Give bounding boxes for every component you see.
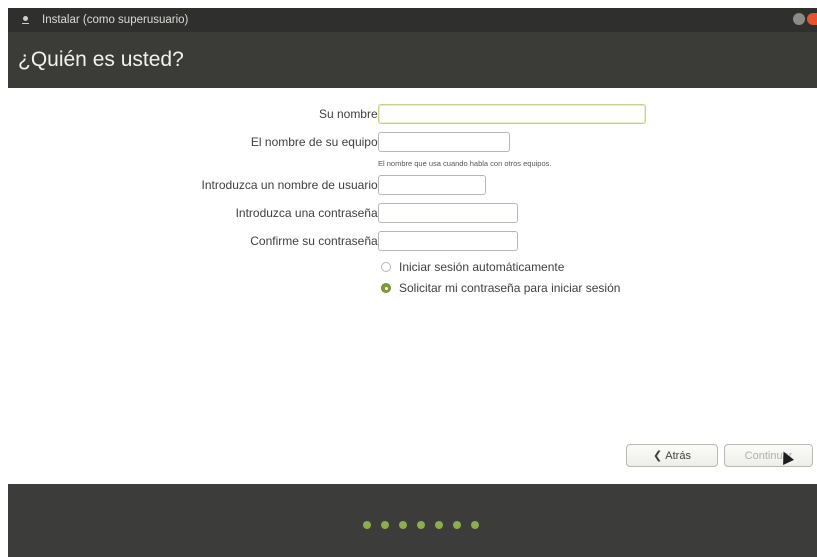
progress-dot bbox=[453, 521, 461, 529]
password-label: Introduzca una contraseña: bbox=[235, 206, 381, 220]
auto-login-radio[interactable] bbox=[381, 262, 391, 272]
progress-dot bbox=[381, 521, 389, 529]
computer-label: El nombre de su equipo: bbox=[250, 135, 381, 149]
window-menu-icon[interactable] bbox=[18, 12, 34, 28]
confirm-row: Confirme su contraseña: bbox=[8, 231, 817, 255]
username-input[interactable] bbox=[378, 175, 486, 195]
name-label: Su nombre: bbox=[318, 107, 381, 121]
window-controls bbox=[791, 13, 817, 27]
require-password-option[interactable]: Solicitar mi contraseña para iniciar ses… bbox=[381, 280, 620, 296]
name-row: Su nombre: bbox=[8, 104, 817, 128]
username-label: Introduzca un nombre de usuario: bbox=[201, 178, 381, 192]
auto-login-label: Iniciar sesión automáticamente bbox=[399, 260, 565, 274]
computer-hint: El nombre que usa cuando habla con otros… bbox=[378, 159, 552, 168]
password-input[interactable] bbox=[378, 203, 518, 223]
back-button[interactable]: ❮ Atrás bbox=[626, 444, 718, 467]
minimize-button[interactable] bbox=[793, 13, 805, 25]
page-title: ¿Quién es usted? bbox=[18, 48, 184, 71]
close-button[interactable] bbox=[807, 13, 817, 25]
confirm-password-input[interactable] bbox=[378, 231, 518, 251]
computer-name-input[interactable] bbox=[378, 132, 510, 152]
user-form: Su nombre: El nombre de su equipo: El no… bbox=[8, 88, 817, 484]
progress-dots bbox=[363, 521, 489, 529]
auto-login-option[interactable]: Iniciar sesión automáticamente bbox=[381, 259, 564, 275]
require-password-radio[interactable] bbox=[381, 283, 391, 293]
page-header: ¿Quién es usted? bbox=[8, 32, 817, 88]
require-password-label: Solicitar mi contraseña para iniciar ses… bbox=[399, 281, 621, 295]
window-title: Instalar (como superusuario) bbox=[42, 14, 189, 26]
window-titlebar: Instalar (como superusuario) bbox=[8, 8, 817, 32]
progress-footer bbox=[8, 484, 817, 557]
chevron-left-icon: ❮ bbox=[653, 450, 663, 462]
back-button-label: Atrás bbox=[665, 449, 691, 462]
password-row: Introduzca una contraseña: bbox=[8, 203, 817, 227]
progress-dot bbox=[471, 521, 479, 529]
progress-dot bbox=[363, 521, 371, 529]
progress-dot bbox=[399, 521, 407, 529]
progress-dot bbox=[435, 521, 443, 529]
continue-button[interactable]: Continuar bbox=[724, 444, 813, 467]
progress-dot bbox=[417, 521, 425, 529]
username-row: Introduzca un nombre de usuario: bbox=[8, 175, 817, 199]
computer-row: El nombre de su equipo: bbox=[8, 132, 817, 156]
name-input[interactable] bbox=[378, 104, 646, 124]
confirm-label: Confirme su contraseña: bbox=[250, 234, 381, 248]
